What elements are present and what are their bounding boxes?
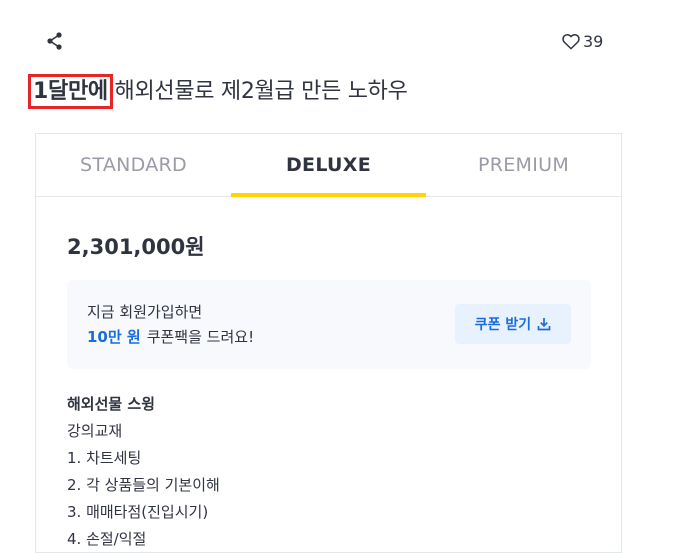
coupon-offer-text: 쿠폰팩을 드려요! <box>146 328 255 346</box>
description-line: 1. 차트세팅 <box>67 449 142 467</box>
tab-premium[interactable]: PREMIUM <box>426 134 621 196</box>
coupon-banner: 지금 회원가입하면 10만 원 쿠폰팩을 드려요! 쿠폰 받기 <box>67 280 591 369</box>
description-line: 강의교재 <box>67 422 123 440</box>
coupon-offer: 10만 원 쿠폰팩을 드려요! <box>87 326 254 347</box>
description-heading: 해외선물 스윙 <box>67 395 156 413</box>
page-title: 1달만에 해외선물로 제2월급 만든 노하우 <box>28 73 408 109</box>
title-text: 해외선물로 제2월급 만든 노하우 <box>107 79 408 104</box>
package-tabs: STANDARD DELUXE PREMIUM <box>36 134 621 197</box>
get-coupon-button[interactable]: 쿠폰 받기 <box>455 304 571 344</box>
like-button[interactable]: 39 <box>562 30 603 52</box>
package-description: 해외선물 스윙 강의교재 1. 차트세팅 2. 각 상품들의 기본이해 3. 매… <box>67 391 220 553</box>
like-count: 39 <box>583 31 604 51</box>
description-line: 4. 손절/익절 <box>67 530 147 548</box>
coupon-text: 지금 회원가입하면 <box>87 303 203 321</box>
share-icon <box>47 32 62 50</box>
price: 2,301,000원 <box>67 235 205 259</box>
share-button[interactable] <box>44 30 66 52</box>
tab-deluxe[interactable]: DELUXE <box>231 134 426 197</box>
coupon-amount: 10만 원 <box>87 328 141 346</box>
tab-standard[interactable]: STANDARD <box>36 134 231 196</box>
download-icon <box>537 318 551 331</box>
description-line: 2. 각 상품들의 기본이해 <box>67 476 220 494</box>
heart-icon <box>562 33 580 50</box>
description-line: 3. 매매타점(진입시기) <box>67 503 209 521</box>
get-coupon-label: 쿠폰 받기 <box>474 317 532 333</box>
title-highlight: 1달만에 <box>28 74 113 109</box>
package-card: STANDARD DELUXE PREMIUM 2,301,000원 지금 회원… <box>35 133 622 553</box>
